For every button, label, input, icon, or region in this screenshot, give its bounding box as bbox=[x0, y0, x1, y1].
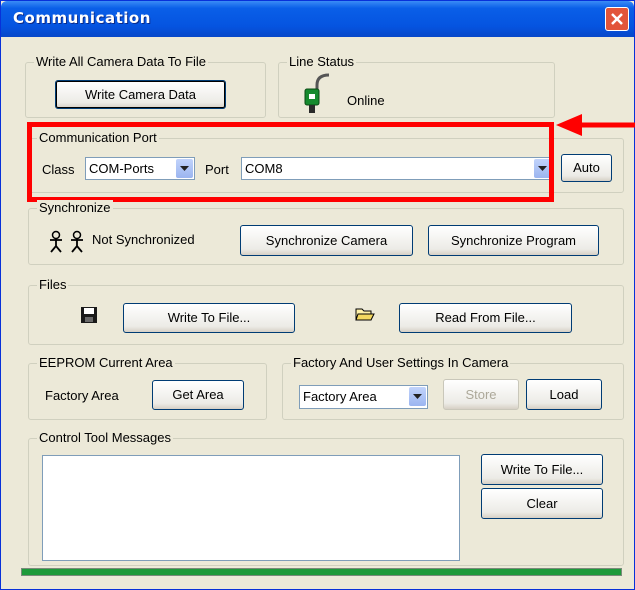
eeprom-area-value: Factory Area bbox=[45, 388, 119, 403]
highlight-box bbox=[27, 122, 554, 202]
messages-textarea[interactable] bbox=[42, 455, 460, 561]
line-status-group-label: Line Status bbox=[287, 54, 357, 70]
clear-button[interactable]: Clear bbox=[481, 488, 603, 519]
chevron-down-icon[interactable] bbox=[409, 387, 426, 406]
control-tool-messages-group-label: Control Tool Messages bbox=[37, 430, 173, 446]
eeprom-group-label: EEPROM Current Area bbox=[37, 355, 175, 371]
synchronize-camera-button[interactable]: Synchronize Camera bbox=[240, 225, 413, 256]
synchronize-group-label: Synchronize bbox=[37, 200, 113, 216]
write-to-file-button[interactable]: Write To File... bbox=[123, 303, 295, 333]
close-button[interactable] bbox=[605, 7, 629, 31]
communication-window: Communication Write All Camera Data To F… bbox=[0, 0, 635, 590]
not-synchronized-icon bbox=[50, 230, 83, 253]
floppy-disk-icon bbox=[81, 307, 97, 323]
write-all-group-label: Write All Camera Data To File bbox=[34, 54, 209, 70]
synchronize-program-button[interactable]: Synchronize Program bbox=[428, 225, 599, 256]
factory-area-select[interactable]: Factory Area bbox=[299, 385, 428, 409]
sync-status-text: Not Synchronized bbox=[92, 232, 195, 247]
store-button[interactable]: Store bbox=[443, 379, 519, 410]
auto-button[interactable]: Auto bbox=[561, 154, 612, 182]
load-button[interactable]: Load bbox=[526, 379, 602, 410]
write-camera-data-button[interactable]: Write Camera Data bbox=[55, 80, 226, 109]
files-group-label: Files bbox=[37, 277, 69, 293]
title-bar[interactable]: Communication bbox=[1, 1, 634, 37]
factory-area-select-value: Factory Area bbox=[303, 389, 377, 404]
open-folder-icon bbox=[355, 308, 375, 321]
read-from-file-button[interactable]: Read From File... bbox=[399, 303, 572, 333]
factory-user-settings-group-label: Factory And User Settings In Camera bbox=[291, 355, 511, 371]
online-plug-icon bbox=[304, 73, 330, 113]
line-status-text: Online bbox=[347, 93, 385, 108]
window-title: Communication bbox=[13, 9, 151, 27]
annotation-arrow-icon bbox=[556, 114, 635, 136]
messages-write-to-file-button[interactable]: Write To File... bbox=[481, 454, 603, 485]
get-area-button[interactable]: Get Area bbox=[152, 380, 244, 410]
progress-bar bbox=[21, 568, 622, 576]
close-icon bbox=[611, 13, 623, 25]
